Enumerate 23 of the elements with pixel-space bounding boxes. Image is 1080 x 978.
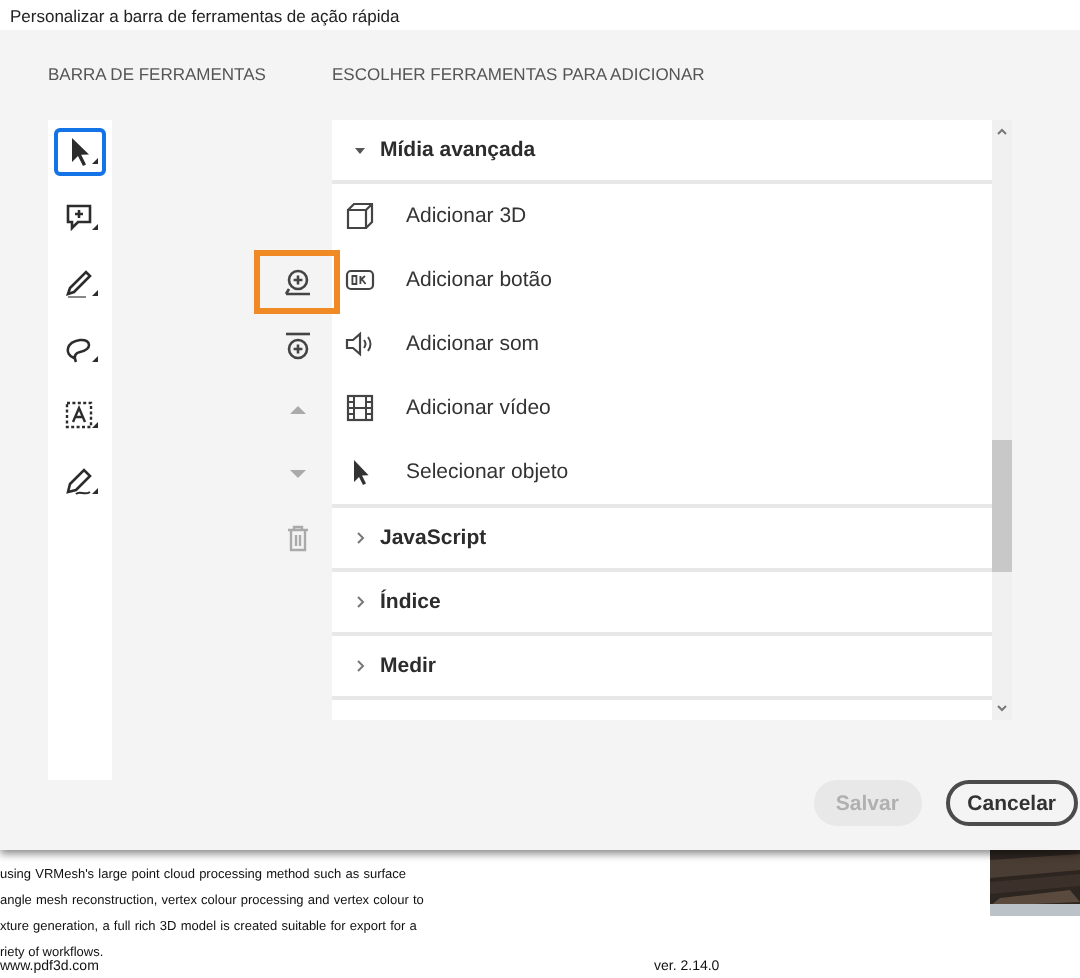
section-heading: ESCOLHER FERRAMENTAS PARA ADICIONAR (332, 62, 707, 87)
cancel-button[interactable]: Cancelar (945, 780, 1078, 827)
tool-button[interactable] (54, 128, 106, 177)
group-header[interactable]: Índice (332, 572, 992, 637)
caret-down-icon (352, 142, 368, 159)
window-title: Personalizar a barra de ferramentas de ação rápida (10, 5, 400, 26)
add-circle-icon (281, 266, 313, 298)
caret-right-icon (352, 530, 368, 547)
group-header[interactable]: JavaScript (332, 508, 992, 573)
section-heading: BARRA DE FERRAMENTAS (48, 62, 268, 87)
group-header[interactable]: Mídia avançada (332, 120, 992, 185)
caret-right-icon (352, 658, 368, 675)
cube-icon (344, 200, 376, 233)
scroll-down-icon[interactable] (992, 700, 1012, 717)
caret-right-icon (352, 594, 368, 611)
pen-icon (62, 266, 98, 303)
group-header[interactable]: Medir (332, 636, 992, 701)
speaker-icon (344, 328, 376, 361)
scrollbar[interactable] (992, 120, 1012, 721)
scrollbar-thumb[interactable] (992, 440, 1012, 573)
film-icon (344, 392, 376, 425)
add-button[interactable] (254, 250, 340, 314)
add-circle-icon (281, 330, 313, 362)
